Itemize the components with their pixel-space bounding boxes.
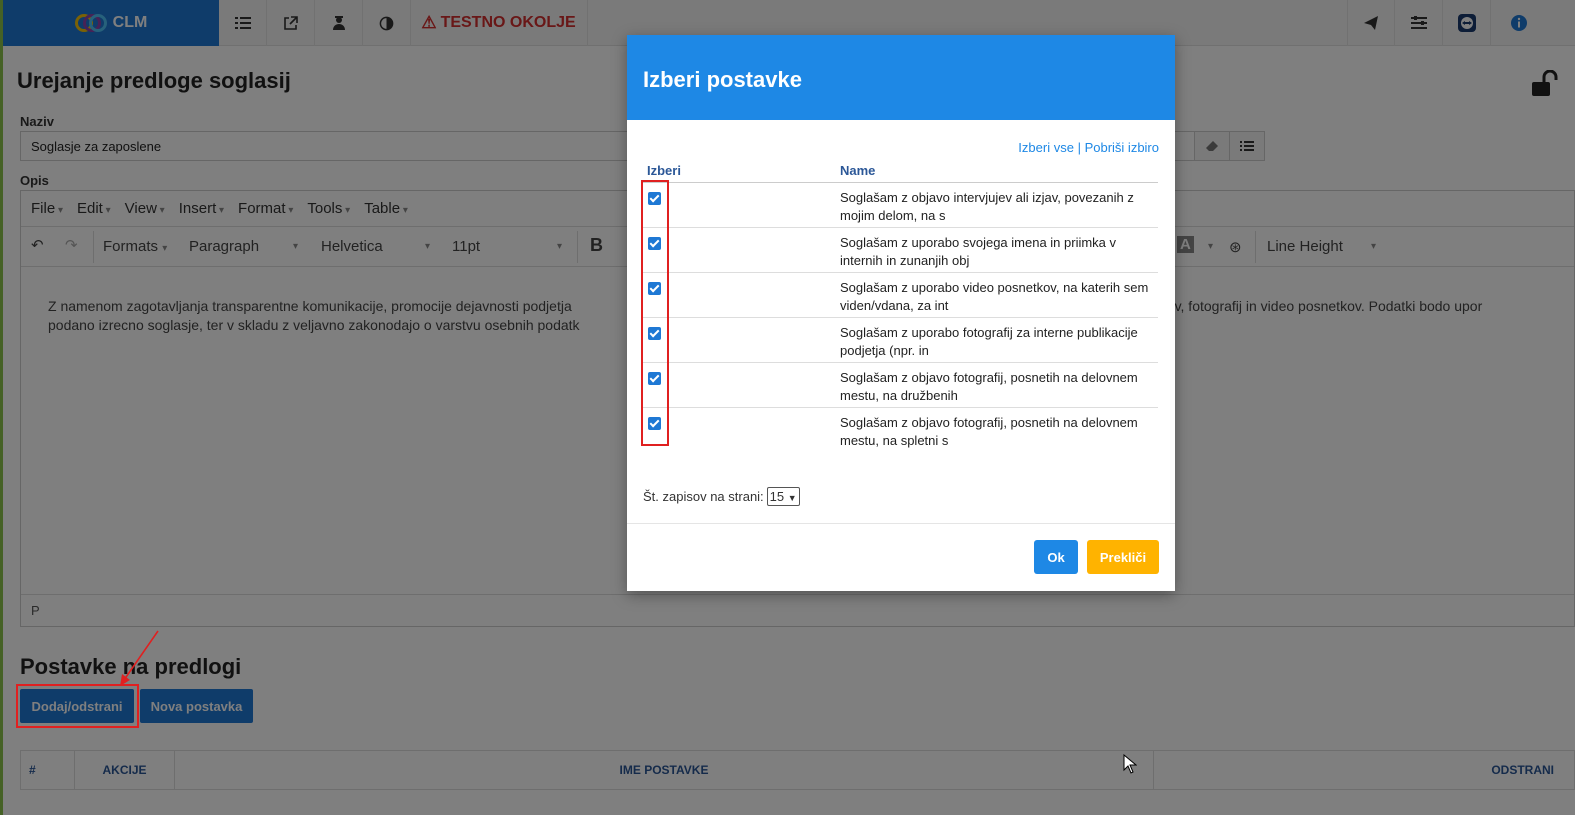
column-header-name: Name [840,163,876,178]
modal-footer-divider [627,523,1175,524]
per-page-label: Št. zapisov na strani: [643,489,764,504]
row-item-name: Soglašam z objavo intervjujev ali izjav,… [840,190,1134,223]
table-row: Soglašam z uporabo video posnetkov, na k… [643,273,1158,318]
per-page-select[interactable]: 15 ▼ [766,487,800,506]
mouse-cursor-icon [1123,754,1137,774]
row-item-name: Soglašam z objavo fotografij, posnetih n… [840,415,1138,448]
table-row: Soglašam z objavo fotografij, posnetih n… [643,408,1158,453]
row-item-name: Soglašam z uporabo fotografij za interne… [840,325,1138,358]
cancel-button[interactable]: Prekliči [1087,540,1159,574]
row-item-name: Soglašam z uporabo video posnetkov, na k… [840,280,1149,313]
table-row: Soglašam z objavo intervjujev ali izjav,… [643,183,1158,228]
clear-selection-link[interactable]: Pobriši izbiro [1085,140,1159,155]
annotation-highlight-add-button [16,684,139,728]
row-item-name: Soglašam z objavo fotografij, posnetih n… [840,370,1138,403]
table-row: Soglašam z objavo fotografij, posnetih n… [643,363,1158,408]
table-row: Soglašam z uporabo svojega imena in prii… [643,228,1158,273]
table-row: Soglašam z uporabo fotografij za interne… [643,318,1158,363]
annotation-highlight-checkboxes [641,180,669,446]
table-header: Izberi Name [643,161,1158,183]
selection-links: Izberi vse | Pobriši izbiro [1018,140,1159,155]
select-all-link[interactable]: Izberi vse [1018,140,1074,155]
items-select-table: Izberi Name Soglašam z objavo intervjuje… [643,161,1158,453]
ok-button[interactable]: Ok [1034,540,1078,574]
select-items-modal: Izberi postavke Izberi vse | Pobriši izb… [627,35,1175,591]
annotation-arrow-icon [120,630,159,686]
column-header-select: Izberi [647,163,681,178]
records-per-page: Št. zapisov na strani: 15 ▼ [643,487,800,506]
modal-title: Izberi postavke [627,35,1175,120]
row-item-name: Soglašam z uporabo svojega imena in prii… [840,235,1117,268]
